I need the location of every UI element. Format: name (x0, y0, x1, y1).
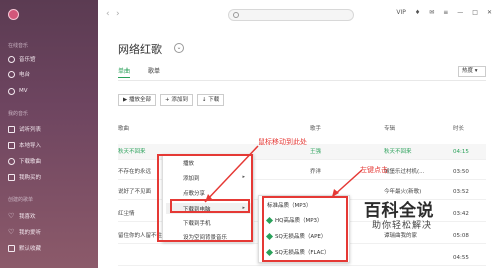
divider (118, 80, 486, 81)
song-duration: 03:52 (453, 189, 469, 195)
watermark-subtitle: 助你轻松解决 (372, 221, 433, 231)
menu-icon[interactable]: ≡ (443, 9, 448, 16)
sidebar-item-label: 下载歌曲 (19, 159, 42, 165)
folder-icon (8, 244, 15, 252)
app-logo[interactable] (8, 9, 19, 20)
sidebar-item-default-collection[interactable]: 默认收藏 (8, 243, 41, 253)
header-album: 专辑 (384, 126, 396, 132)
window-controls: VIP ♦ ✉ ≡ — □ ✕ (396, 9, 492, 16)
import-icon (8, 141, 15, 149)
sidebar-item-label: 我购买的 (19, 175, 42, 181)
sidebar-item-label: 本地导入 (19, 143, 42, 149)
shirt-icon[interactable]: ♦ (415, 9, 420, 16)
sort-select[interactable]: 热度 ▾ (458, 66, 486, 77)
mail-icon[interactable]: ✉ (429, 9, 434, 16)
chevron-down-icon[interactable]: ⌄ (174, 43, 184, 53)
singer-name[interactable]: 王强 (310, 144, 321, 160)
download-button[interactable]: ↓ 下载 (196, 94, 225, 106)
section-online-title: 在线音乐 (8, 43, 29, 49)
sidebar: 在线音乐 音乐馆 电台 MV 我的音乐 试听列表 本地导入 下载歌曲 我购买的 … (0, 0, 98, 268)
header-duration: 时长 (453, 126, 465, 132)
annotation-box-context-menu (157, 154, 253, 242)
song-duration: 03:42 (453, 211, 469, 217)
table-header: 歌曲 歌手 专辑 时长 (118, 124, 486, 134)
download-icon (8, 157, 15, 165)
heart-icon: ♡ (8, 211, 15, 220)
singer-name[interactable]: 乔洋 (310, 164, 321, 180)
sidebar-item-music-hall[interactable]: 音乐馆 (8, 54, 36, 64)
sidebar-item-label: 试听列表 (19, 127, 42, 133)
toolbar: ▶ 播放全部 + 添加到 ↓ 下载 (118, 94, 225, 106)
sidebar-item-radio[interactable]: 电台 (8, 69, 30, 79)
purchased-icon (8, 173, 15, 181)
sidebar-item-trial-list[interactable]: 试听列表 (8, 124, 41, 134)
song-title[interactable]: 红尘情 (118, 206, 135, 222)
search-icon (233, 12, 239, 18)
album-name[interactable]: 秋天不回来 (384, 144, 412, 160)
sidebar-item-local-import[interactable]: 本地导入 (8, 140, 41, 150)
song-title[interactable]: 说好了不见面 (118, 184, 151, 200)
close-icon[interactable]: ✕ (487, 9, 492, 16)
sidebar-item-mv[interactable]: MV (8, 86, 28, 96)
minimize-icon[interactable]: — (457, 9, 463, 16)
play-all-button[interactable]: ▶ 播放全部 (118, 94, 156, 106)
annotation-box-submenu (262, 196, 348, 262)
music-hall-icon (8, 55, 15, 63)
tab-bar: 单曲 歌单 (118, 66, 160, 78)
annotation-box-download-item (170, 199, 250, 213)
sidebar-item-purchased[interactable]: 我购买的 (8, 172, 41, 182)
header-song: 歌曲 (118, 126, 130, 132)
sidebar-item-label: 电台 (19, 72, 31, 78)
playlist-icon (8, 125, 15, 133)
annotation-left-click: 左键点击 (360, 166, 388, 174)
add-to-button[interactable]: + 添加到 (159, 94, 193, 106)
page-title: 网络红歌 (118, 43, 162, 56)
song-duration: 04:15 (453, 149, 469, 155)
top-bar: ‹ › VIP ♦ ✉ ≡ — □ ✕ (98, 0, 500, 30)
tab-playlists[interactable]: 歌单 (148, 66, 160, 78)
song-title[interactable]: 秋天不回来 (118, 144, 146, 160)
mv-icon (8, 87, 15, 95)
tab-singles[interactable]: 单曲 (118, 66, 131, 78)
section-created-title: 创建的歌单 (8, 197, 34, 203)
header-singer: 歌手 (310, 126, 322, 132)
section-mine-title: 我的音乐 (8, 111, 29, 117)
song-duration: 04:55 (453, 255, 469, 261)
sidebar-item-label: MV (19, 88, 28, 94)
heart-icon: ♡ (8, 227, 15, 236)
song-title[interactable]: 不存在的永远 (118, 164, 151, 180)
annotation-move-hint: 鼠标移动到此处 (258, 138, 307, 146)
search-input[interactable] (228, 9, 354, 21)
radio-icon (8, 70, 15, 78)
sidebar-item-label: 我喜欢 (19, 214, 36, 220)
maximize-icon[interactable]: □ (472, 9, 478, 16)
back-button[interactable]: ‹ (106, 9, 110, 19)
sidebar-item-favorites[interactable]: ♡ 我喜欢 (8, 211, 36, 221)
song-duration: 05:08 (453, 233, 469, 239)
sidebar-item-label: 我的爱听 (19, 230, 42, 236)
sidebar-item-label: 默认收藏 (19, 246, 42, 252)
album-name[interactable]: 城堡乐过村机(... (384, 164, 424, 180)
sidebar-item-label: 音乐馆 (19, 57, 36, 63)
sidebar-item-downloads[interactable]: 下载歌曲 (8, 156, 41, 166)
vip-icon[interactable]: VIP (396, 9, 406, 16)
sidebar-item-my-love[interactable]: ♡ 我的爱听 (8, 227, 41, 237)
song-duration: 03:50 (453, 169, 469, 175)
forward-button[interactable]: › (116, 9, 120, 19)
